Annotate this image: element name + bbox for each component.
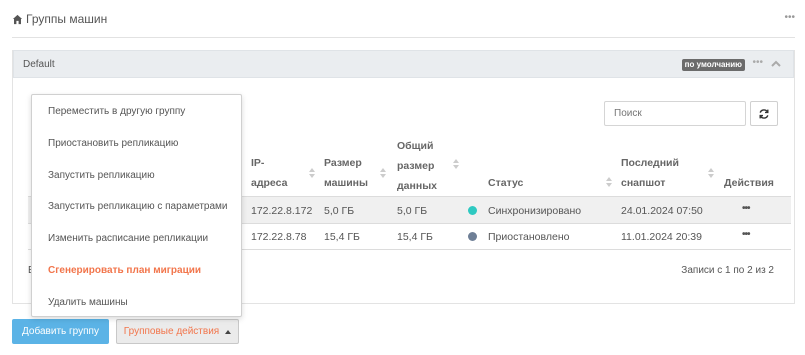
cell-status: Приостановлено	[488, 231, 570, 243]
cell-ip: 172.22.8.78	[251, 231, 307, 243]
sort-icon[interactable]	[380, 168, 386, 178]
column-header-ip-line2: адреса	[251, 177, 288, 189]
row-actions-icon[interactable]: •••	[742, 203, 750, 214]
column-header-total-line1: Общий	[397, 140, 434, 152]
page-header: Группы машин •••	[12, 10, 795, 28]
chevron-up-icon[interactable]	[771, 59, 781, 69]
add-group-button[interactable]: Добавить группу	[12, 319, 109, 344]
menu-item-schedule[interactable]: Изменить расписание репликации	[48, 233, 208, 244]
cell-total: 5,0 ГБ	[397, 205, 428, 217]
group-actions-label: Групповые действия	[123, 326, 220, 337]
column-header-size-line2: машины	[324, 177, 368, 189]
menu-item-migration-plan[interactable]: Сгенерировать план миграции	[48, 265, 201, 276]
status-dot-icon	[468, 206, 477, 215]
column-header-total-line3: данных	[397, 180, 437, 192]
cell-size: 15,4 ГБ	[324, 231, 360, 243]
cell-total: 15,4 ГБ	[397, 231, 433, 243]
column-header-total-line2: размер	[397, 160, 435, 172]
cell-status: Синхронизировано	[488, 205, 582, 217]
sort-icon[interactable]	[606, 177, 612, 187]
refresh-button[interactable]	[750, 101, 778, 126]
panel-title: Default	[23, 59, 55, 70]
records-info: Записи с 1 по 2 из 2	[681, 265, 774, 276]
search-input[interactable]	[604, 101, 746, 126]
page-title: Группы машин	[26, 12, 108, 26]
row-actions-icon[interactable]: •••	[742, 229, 750, 240]
column-header-total[interactable]: Общий размер данных	[397, 136, 437, 196]
column-header-size[interactable]: Размер машины	[324, 153, 368, 193]
group-actions-button[interactable]: Групповые действия	[116, 319, 239, 344]
home-icon	[12, 14, 23, 24]
menu-item-delete[interactable]: Удалить машины	[48, 297, 128, 308]
menu-item-start-params[interactable]: Запустить репликацию с параметрами	[48, 201, 228, 212]
menu-item-start[interactable]: Запустить репликацию	[48, 170, 155, 181]
sort-icon[interactable]	[453, 159, 459, 169]
panel-header[interactable]: Default по умолчанию •••	[13, 50, 794, 78]
column-header-ip[interactable]: IP- адреса	[251, 153, 287, 193]
panel-more-icon[interactable]: •••	[752, 57, 763, 68]
sort-icon[interactable]	[708, 168, 714, 178]
column-header-actions: Действия	[724, 177, 774, 189]
status-dot-icon	[468, 232, 477, 241]
sort-icon[interactable]	[309, 168, 315, 178]
header-more-icon[interactable]: •••	[784, 12, 795, 23]
menu-item-pause[interactable]: Приостановить репликацию	[48, 138, 178, 149]
menu-item-move[interactable]: Переместить в другую группу	[48, 106, 185, 117]
group-actions-menu: Переместить в другую группу Приостановит…	[31, 94, 242, 317]
column-header-snapshot-line2: снапшот	[621, 177, 666, 189]
cell-size: 5,0 ГБ	[324, 205, 355, 217]
column-header-size-line1: Размер	[324, 157, 362, 169]
refresh-icon	[759, 108, 769, 119]
cell-snapshot: 11.01.2024 20:39	[621, 231, 702, 243]
cell-ip: 172.22.8.172	[251, 205, 313, 217]
column-header-ip-line1: IP-	[251, 157, 265, 169]
cell-snapshot: 24.01.2024 07:50	[621, 205, 703, 217]
header-divider	[12, 37, 795, 38]
default-badge: по умолчанию	[681, 59, 745, 71]
column-header-snapshot-line1: Последний	[621, 157, 679, 169]
caret-up-icon	[225, 329, 232, 334]
column-header-status[interactable]: Статус	[488, 173, 523, 193]
column-header-snapshot[interactable]: Последний снапшот	[621, 153, 679, 193]
